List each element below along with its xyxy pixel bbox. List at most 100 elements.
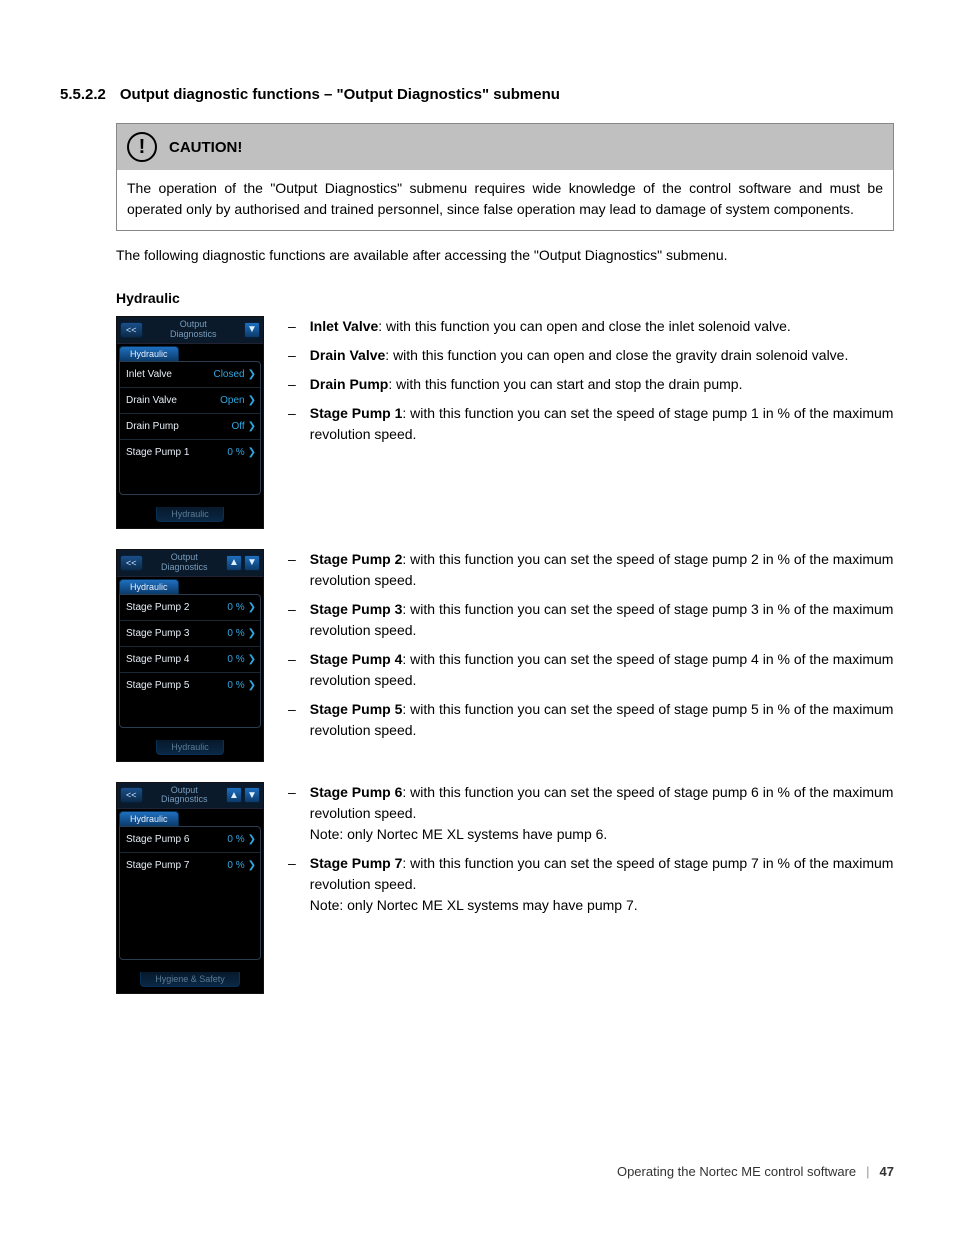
- back-button[interactable]: <<: [120, 555, 143, 571]
- bullet-dash: –: [288, 345, 296, 366]
- row-value: 0 %❯: [227, 654, 256, 665]
- description-item: –Inlet Valve: with this function you can…: [288, 316, 894, 337]
- row-value: 0 %❯: [227, 680, 256, 691]
- description-item: –Stage Pump 6: with this function you ca…: [288, 782, 894, 845]
- description-text: : with this function you can start and s…: [388, 376, 742, 392]
- description-term: Stage Pump 1: [310, 405, 403, 421]
- footer-text: Operating the Nortec ME control software: [617, 1164, 856, 1179]
- intro-text: The following diagnostic functions are a…: [116, 245, 894, 266]
- caution-label: CAUTION!: [169, 139, 242, 156]
- description-item: –Stage Pump 1: with this function you ca…: [288, 403, 894, 445]
- bullet-dash: –: [288, 599, 296, 641]
- bullet-dash: –: [288, 374, 296, 395]
- description-item: –Drain Pump: with this function you can …: [288, 374, 894, 395]
- row-label: Stage Pump 1: [126, 447, 189, 458]
- list-item[interactable]: Stage Pump 1 0 %❯: [120, 440, 260, 465]
- chevron-right-icon: ❯: [248, 447, 256, 458]
- chevron-right-icon: ❯: [248, 654, 256, 665]
- device-screenshot: <<OutputDiagnostics▲▼HydraulicStage Pump…: [116, 549, 264, 762]
- bullet-dash: –: [288, 649, 296, 691]
- list-item[interactable]: Stage Pump 7 0 %❯: [120, 853, 260, 878]
- chevron-right-icon: ❯: [248, 860, 256, 871]
- row-value: 0 %❯: [227, 834, 256, 845]
- list-item[interactable]: Inlet ValveClosed❯: [120, 362, 260, 388]
- page-footer: Operating the Nortec ME control software…: [617, 1164, 894, 1179]
- description-item: –Stage Pump 5: with this function you ca…: [288, 699, 894, 741]
- row-value: Off❯: [231, 421, 256, 432]
- screen-title: OutputDiagnostics: [143, 553, 226, 573]
- chevron-right-icon: ❯: [248, 628, 256, 639]
- description-note: Note: only Nortec ME XL systems may have…: [310, 895, 894, 916]
- chevron-right-icon: ❯: [248, 602, 256, 613]
- row-value: 0 %❯: [227, 628, 256, 639]
- description-note: Note: only Nortec ME XL systems have pum…: [310, 824, 894, 845]
- description-term: Stage Pump 7: [310, 855, 403, 871]
- row-value: 0 %❯: [227, 602, 256, 613]
- description-term: Stage Pump 2: [310, 551, 403, 567]
- bullet-dash: –: [288, 549, 296, 591]
- bullet-dash: –: [288, 699, 296, 741]
- device-screenshot: <<OutputDiagnostics▼HydraulicInlet Valve…: [116, 316, 264, 529]
- footer-separator: |: [866, 1164, 869, 1179]
- description-term: Stage Pump 5: [310, 701, 403, 717]
- row-label: Drain Pump: [126, 421, 179, 432]
- footer-tab[interactable]: Hydraulic: [156, 740, 224, 755]
- description-item: –Stage Pump 2: with this function you ca…: [288, 549, 894, 591]
- bullet-dash: –: [288, 782, 296, 845]
- footer-tab[interactable]: Hydraulic: [156, 507, 224, 522]
- chevron-right-icon: ❯: [248, 369, 256, 380]
- row-value: Open❯: [220, 395, 256, 406]
- description-item: –Stage Pump 3: with this function you ca…: [288, 599, 894, 641]
- tab-hydraulic[interactable]: Hydraulic: [119, 579, 179, 594]
- back-button[interactable]: <<: [120, 787, 143, 803]
- caution-icon: !: [127, 132, 157, 162]
- footer-tab[interactable]: Hygiene & Safety: [140, 972, 240, 987]
- list-item[interactable]: Stage Pump 30 %❯: [120, 621, 260, 647]
- list-item[interactable]: Stage Pump 6 0 %❯: [120, 827, 260, 853]
- scroll-up-icon[interactable]: ▲: [226, 787, 242, 803]
- tab-hydraulic[interactable]: Hydraulic: [119, 346, 179, 361]
- subsection-title: Hydraulic: [116, 290, 894, 306]
- row-label: Stage Pump 6: [126, 834, 189, 845]
- bullet-dash: –: [288, 853, 296, 916]
- caution-box: ! CAUTION! The operation of the "Output …: [116, 123, 894, 231]
- caution-body: The operation of the "Output Diagnostics…: [117, 170, 893, 230]
- row-label: Stage Pump 5: [126, 680, 189, 691]
- back-button[interactable]: <<: [120, 322, 143, 338]
- description-item: –Stage Pump 7: with this function you ca…: [288, 853, 894, 916]
- list-item[interactable]: Drain Valve Open❯: [120, 388, 260, 414]
- row-label: Stage Pump 7: [126, 860, 189, 871]
- row-label: Stage Pump 2: [126, 602, 189, 613]
- row-value: Closed❯: [213, 369, 256, 380]
- bullet-dash: –: [288, 316, 296, 337]
- row-label: Stage Pump 4: [126, 654, 189, 665]
- description-term: Stage Pump 6: [310, 784, 403, 800]
- list-item[interactable]: Stage Pump 4 0 %❯: [120, 647, 260, 673]
- row-value: 0 %❯: [227, 447, 256, 458]
- description-item: –Stage Pump 4: with this function you ca…: [288, 649, 894, 691]
- description-text: : with this function you can open and cl…: [378, 318, 790, 334]
- scroll-down-icon[interactable]: ▼: [244, 787, 260, 803]
- bullet-dash: –: [288, 403, 296, 445]
- section-title: Output diagnostic functions – "Output Di…: [120, 86, 560, 103]
- scroll-down-icon[interactable]: ▼: [244, 555, 260, 571]
- scroll-down-icon[interactable]: ▼: [244, 322, 260, 338]
- list-item[interactable]: Stage Pump 5 0 %❯: [120, 673, 260, 698]
- chevron-right-icon: ❯: [248, 421, 256, 432]
- description-text: : with this function you can open and cl…: [385, 347, 848, 363]
- screen-title: OutputDiagnostics: [143, 320, 244, 340]
- row-label: Drain Valve: [126, 395, 177, 406]
- list-item[interactable]: Stage Pump 2 0 %❯: [120, 595, 260, 621]
- screen-title: OutputDiagnostics: [143, 786, 226, 806]
- scroll-up-icon[interactable]: ▲: [226, 555, 242, 571]
- row-value: 0 %❯: [227, 860, 256, 871]
- description-term: Drain Pump: [310, 376, 389, 392]
- description-term: Stage Pump 4: [310, 651, 403, 667]
- list-item[interactable]: Drain Pump Off❯: [120, 414, 260, 440]
- page-number: 47: [880, 1164, 894, 1179]
- description-term: Inlet Valve: [310, 318, 378, 334]
- chevron-right-icon: ❯: [248, 834, 256, 845]
- description-term: Drain Valve: [310, 347, 386, 363]
- device-screenshot: <<OutputDiagnostics▲▼HydraulicStage Pump…: [116, 782, 264, 995]
- tab-hydraulic[interactable]: Hydraulic: [119, 811, 179, 826]
